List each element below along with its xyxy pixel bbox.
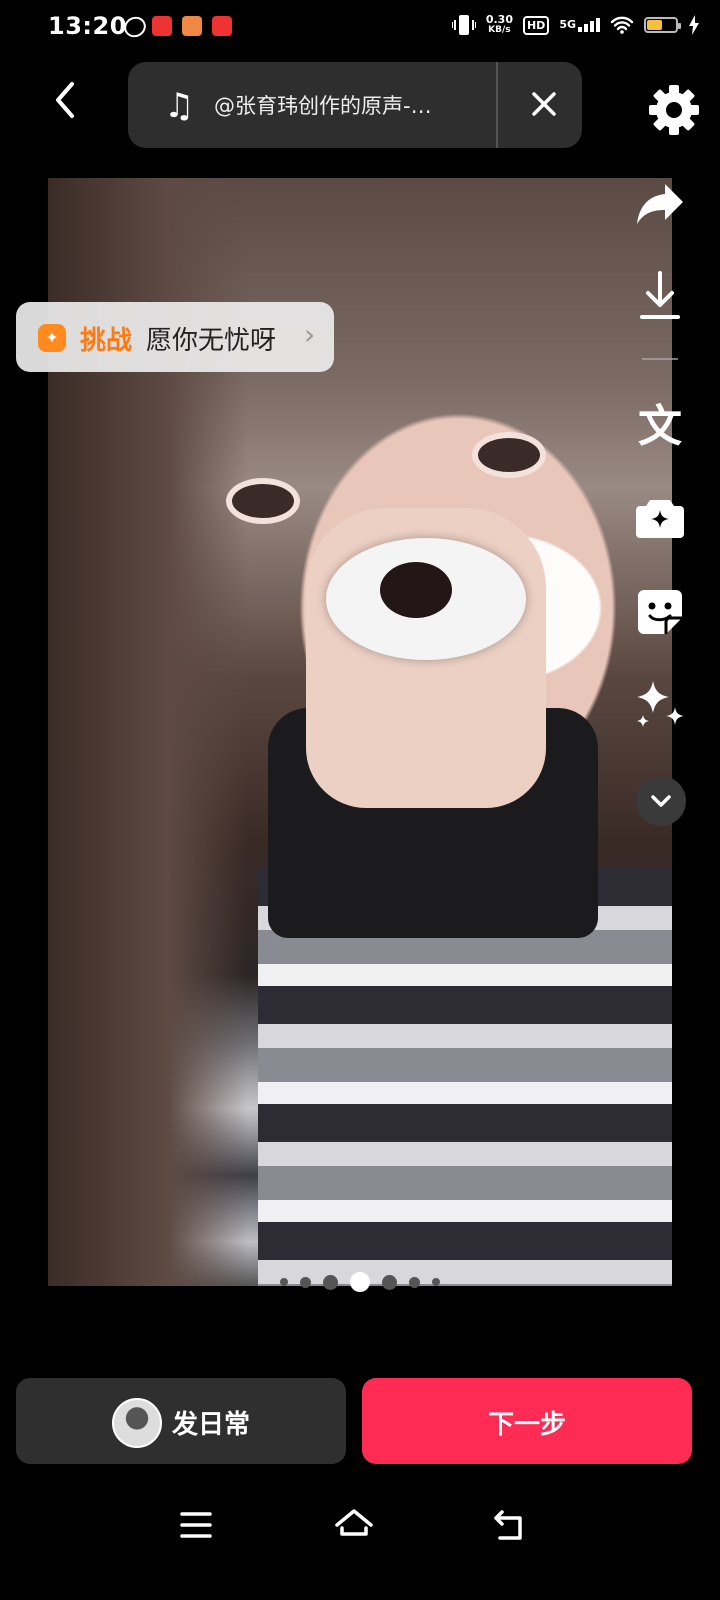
home-icon [335, 1509, 373, 1536]
effects-sparkle-icon [637, 681, 684, 727]
avatar [112, 1398, 162, 1448]
chevron-down-icon [651, 795, 671, 807]
more-tools-button[interactable] [636, 776, 686, 826]
music-selector[interactable]: ♫ @张育玮创作的原声-… [128, 62, 582, 148]
net-speed-unit: KB/s [488, 25, 511, 35]
ai-camera-icon [636, 500, 684, 538]
page-dot [409, 1276, 420, 1288]
page-dot [432, 1278, 440, 1286]
notification-app-icon [182, 16, 202, 36]
music-note-icon: ♫ [164, 86, 195, 126]
page-dot [280, 1278, 288, 1286]
share-arrow-icon [637, 184, 683, 224]
challenge-title: 愿你无忧呀 [146, 326, 277, 356]
post-daily-label: 发日常 [172, 1410, 251, 1440]
challenge-tag: 挑战 [80, 326, 133, 356]
challenge-chip[interactable]: ✦ 挑战 愿你无忧呀 › [16, 302, 334, 372]
page-indicator [0, 1272, 720, 1292]
sticker-button[interactable] [632, 584, 688, 640]
music-title: @张育玮创作的原声-… [214, 94, 432, 118]
share-button[interactable] [632, 176, 688, 232]
download-button[interactable] [632, 268, 688, 324]
cellular-signal: 5G [559, 18, 600, 32]
sticker-icon [638, 590, 682, 634]
net-speed: 0.30 KB/s [486, 14, 513, 36]
post-daily-button[interactable]: 发日常 [16, 1378, 346, 1464]
page-dot [300, 1276, 311, 1288]
network-type: 5G [559, 18, 576, 31]
divider [496, 62, 498, 148]
return-icon [494, 1510, 522, 1540]
status-icons: 0.30 KB/s HD 5G [451, 14, 700, 36]
wifi-icon [610, 16, 634, 34]
back-button[interactable] [48, 80, 88, 120]
status-bar: 13:20 0.30 KB/s HD 5G [0, 0, 720, 56]
text-icon: 文 [638, 401, 682, 452]
page-dot [382, 1274, 397, 1290]
battery-icon [644, 17, 681, 33]
charging-icon [689, 15, 699, 35]
effects-button[interactable] [632, 676, 688, 732]
back-nav-button[interactable] [492, 1508, 528, 1546]
remove-music-button[interactable] [522, 82, 566, 126]
signal-bars-icon [578, 18, 600, 32]
page-dot-active [350, 1272, 370, 1292]
notification-app-icon [152, 16, 172, 36]
chevron-right-icon: › [304, 318, 316, 351]
menu-icon [180, 1512, 212, 1538]
dog-nose-effect [380, 562, 452, 618]
next-step-button[interactable]: 下一步 [362, 1378, 692, 1464]
back-arrow-icon [56, 82, 74, 118]
system-nav-bar [0, 1500, 720, 1560]
sparkle-badge-icon: ✦ [38, 324, 66, 352]
vibrate-icon [451, 15, 476, 35]
net-speed-value: 0.30 [485, 13, 513, 26]
ai-camera-button[interactable] [632, 490, 688, 546]
toolbar-divider [642, 358, 678, 360]
battery-level [647, 20, 662, 30]
text-button[interactable]: 文 [632, 394, 688, 452]
page-dot [323, 1274, 338, 1290]
close-icon [532, 92, 556, 116]
download-icon [640, 271, 680, 319]
photo-region [226, 478, 300, 524]
settings-button[interactable] [648, 84, 700, 136]
home-nav-button[interactable] [334, 1508, 374, 1546]
gear-icon [649, 85, 699, 135]
menu-nav-button[interactable] [180, 1510, 212, 1544]
photo-region [472, 432, 546, 478]
next-step-label: 下一步 [487, 1410, 566, 1440]
notification-app-icon [212, 16, 232, 36]
clock: 13:20 [48, 12, 127, 40]
hd-badge: HD [522, 15, 550, 35]
